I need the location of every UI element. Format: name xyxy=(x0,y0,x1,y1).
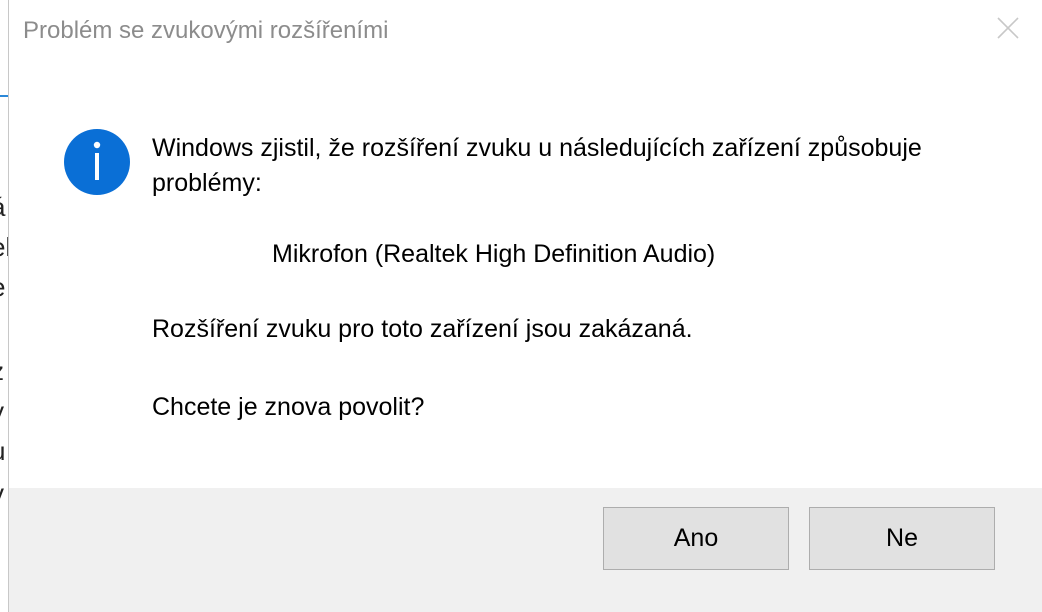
question-text: Chcete je znova povolit? xyxy=(152,393,425,421)
device-name: Mikrofon (Realtek High Definition Audio) xyxy=(272,240,716,268)
yes-button[interactable]: Ano xyxy=(603,507,789,570)
status-text: Rozšíření zvuku pro toto zařízení jsou z… xyxy=(152,315,693,343)
close-icon xyxy=(997,17,1019,39)
dialog-footer: Ano Ne xyxy=(9,488,1042,612)
dialog-message: Windows zjistil, že rozšíření zvuku u ná… xyxy=(152,134,922,197)
title-bar: Problém se zvukovými rozšířeními xyxy=(9,0,1042,64)
background-text-fragment: e xyxy=(0,272,5,303)
info-icon xyxy=(64,129,130,195)
background-text-fragment: u xyxy=(0,436,5,467)
background-text-fragment: z xyxy=(0,356,4,387)
no-button[interactable]: Ne xyxy=(809,507,995,570)
background-text-fragment: v xyxy=(0,478,4,509)
close-button[interactable] xyxy=(994,14,1022,42)
background-text-fragment: á xyxy=(0,192,5,223)
dialog-title: Problém se zvukovými rozšířeními xyxy=(23,17,389,44)
dialog-content: Windows zjistil, že rozšíření zvuku u ná… xyxy=(9,64,1042,488)
background-text-fragment: y xyxy=(0,396,4,427)
audio-enhancements-dialog: Problém se zvukovými rozšířeními Windows… xyxy=(8,0,1042,612)
